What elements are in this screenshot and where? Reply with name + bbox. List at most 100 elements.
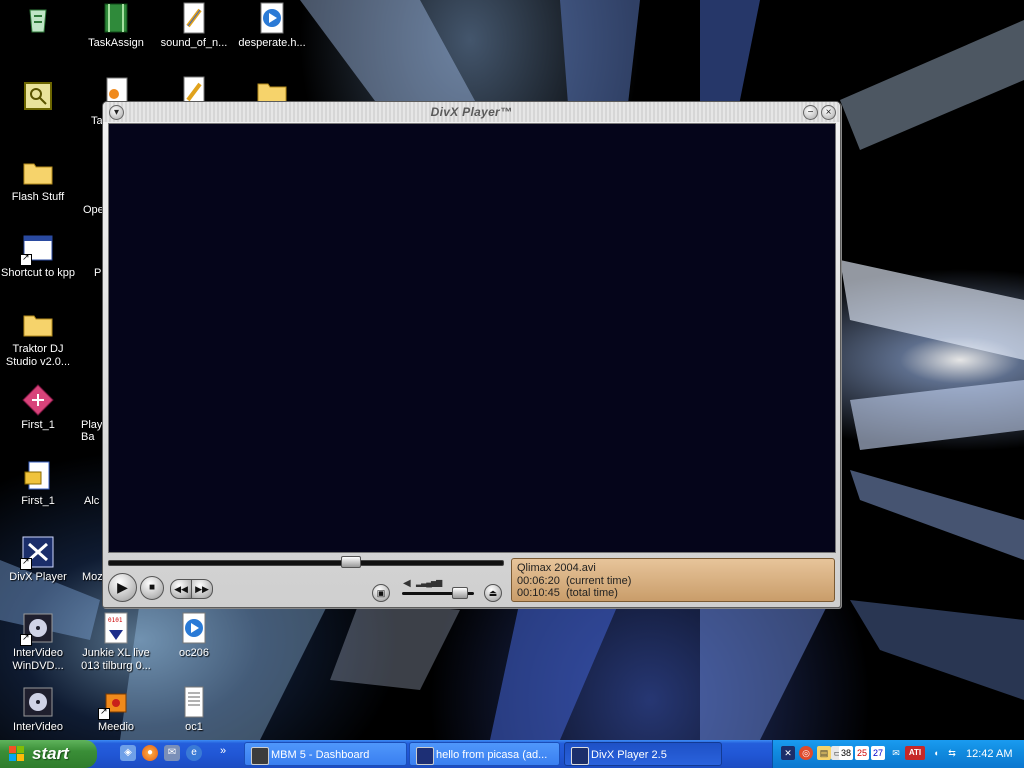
partial-label-alc: Alc: [84, 495, 100, 507]
intervideo-icon-2: [22, 686, 54, 718]
desktop-icon-label: InterVideo: [13, 721, 63, 733]
desktop-icon-flash-stuff[interactable]: Flash Stuff: [0, 156, 76, 204]
fast-forward-icon: ▶▶: [195, 584, 209, 594]
desktop-icon-label: Traktor DJ Studio v2.0...: [5, 343, 71, 368]
start-button[interactable]: start: [0, 740, 97, 768]
desktop-icon-label: Junkie XL live 013 tilburg 0...: [81, 647, 151, 672]
tray-speaker-icon[interactable]: ◖: [929, 746, 943, 760]
clock[interactable]: 12:42 AM: [966, 740, 1012, 768]
desktop-icon-meedio[interactable]: Meedio: [78, 686, 154, 734]
volume-level-icon: ▂▃▄▅▆: [416, 578, 442, 587]
tray-network-icon[interactable]: ⇆: [945, 746, 959, 760]
meedio-icon: [98, 686, 132, 720]
oc1-icon: [178, 686, 210, 718]
current-time-label: (current time): [565, 574, 632, 587]
volume-handle[interactable]: [451, 587, 468, 599]
fast-forward-button[interactable]: ▶▶: [191, 579, 213, 599]
open-file-button[interactable]: ⏏: [484, 584, 502, 602]
desktop-icon-first-1-diamond[interactable]: First_1: [0, 384, 76, 432]
first-1-file-icon: [22, 460, 54, 492]
junkie-xl-icon: 0101: [100, 612, 132, 644]
tray-temp-2[interactable]: 25: [855, 746, 869, 760]
taskbar: start ◈ ● ✉ e » MBM 5 - Dashboard hello …: [0, 740, 1024, 768]
desktop-icon-label: First_1: [21, 419, 55, 431]
task-label: hello from picasa (ad...: [436, 749, 548, 761]
tray-ati-icon[interactable]: ATI: [905, 746, 925, 760]
desktop-icon-label: sound_of_n...: [160, 37, 228, 49]
desktop-icon-intervideo-windvd[interactable]: InterVideo WinDVD...: [0, 612, 76, 673]
desktop-icon-label: oc206: [179, 647, 209, 659]
desktop-icon-kpp-shortcut[interactable]: Shortcut to kpp: [0, 232, 76, 280]
task-picasa[interactable]: hello from picasa (ad...: [409, 742, 560, 766]
desktop-icon-label: oc1: [185, 721, 203, 733]
first-1-diamond-icon: [22, 384, 54, 416]
quicklaunch-network-icon[interactable]: ◈: [120, 745, 136, 761]
desktop-icon-desperate[interactable]: desperate.h...: [234, 2, 310, 50]
desktop-icon-recycle-bin[interactable]: [0, 2, 76, 37]
task-divx-player[interactable]: DivX Player 2.5: [564, 742, 722, 766]
player-title-bar[interactable]: ▾ DivX Player™ − ×: [103, 102, 840, 122]
video-display[interactable]: [108, 123, 836, 553]
close-icon: ×: [825, 107, 832, 118]
oc206-icon: [178, 612, 210, 644]
quicklaunch-ie-icon[interactable]: e: [186, 745, 202, 761]
seek-handle[interactable]: [341, 556, 362, 568]
task-mbm-dashboard[interactable]: MBM 5 - Dashboard: [244, 742, 407, 766]
svg-text:0101: 0101: [108, 617, 123, 624]
partial-label-play: Play Ba: [81, 419, 103, 443]
media-info-panel: Qlimax 2004.avi 00:06:20 (current time) …: [511, 558, 835, 602]
windows-logo-icon: [9, 746, 24, 761]
desktop-icon-intervideo-2[interactable]: InterVideo: [0, 686, 76, 734]
desktop-icon-junkie-xl[interactable]: 0101 Junkie XL live 013 tilburg 0...: [78, 612, 154, 673]
divx-player-desktop-icon: [20, 536, 54, 570]
desktop-icon-divx-player[interactable]: DivX Player: [0, 536, 76, 584]
seek-bar[interactable]: [108, 560, 504, 566]
stop-button[interactable]: ■: [140, 576, 164, 600]
current-time-row: 00:06:20 (current time): [517, 575, 834, 588]
minimize-button[interactable]: −: [803, 105, 818, 120]
quicklaunch-more-chevron-icon[interactable]: »: [215, 743, 231, 759]
quicklaunch-firefox-icon[interactable]: ●: [142, 745, 158, 761]
shortcut-arrow-icon: [20, 632, 32, 646]
task-assign-icon: [100, 2, 132, 34]
fullscreen-icon: ▣: [376, 588, 386, 598]
desktop-icon-label: DivX Player: [9, 571, 67, 583]
total-time-label: (total time): [565, 587, 618, 599]
tray-temp-3[interactable]: 27: [871, 746, 885, 760]
fullscreen-button[interactable]: ▣: [372, 584, 390, 602]
desktop-icon-sound-of[interactable]: sound_of_n...: [156, 2, 232, 50]
tray-picasa-icon[interactable]: ◎: [799, 746, 813, 760]
desktop-icon-label: Flash Stuff: [11, 191, 65, 203]
intervideo-windvd-icon: [20, 612, 54, 646]
partial-label-ope: Ope: [83, 204, 104, 216]
desktop-icon-oc206[interactable]: oc206: [156, 612, 232, 660]
divx-player-window[interactable]: ▾ DivX Player™ − × ▶ ■ ◀◀ ▶▶ ▣ ◀ ▂▃▄▅▆ ⏏…: [102, 101, 841, 608]
desktop-icon-label: Meedio: [97, 721, 135, 733]
kpp-shortcut-icon: [20, 232, 54, 266]
rewind-button[interactable]: ◀◀: [170, 579, 192, 599]
desktop-icon-certificate[interactable]: [0, 80, 76, 115]
tray-temp-1[interactable]: 38: [839, 746, 853, 760]
shortcut-arrow-icon: [98, 706, 110, 720]
traktor-folder-icon: [22, 308, 54, 340]
desktop-icon-label: TaskAssign: [88, 37, 144, 49]
tray-mail-icon[interactable]: ✉: [889, 746, 903, 760]
divx-icon: [571, 747, 589, 765]
close-button[interactable]: ×: [821, 105, 836, 120]
tray-divx-icon[interactable]: ✕: [781, 746, 795, 760]
flash-stuff-folder-icon: [22, 156, 54, 188]
desktop-icon-traktor[interactable]: Traktor DJ Studio v2.0...: [0, 308, 76, 369]
desktop-icon-oc1[interactable]: oc1: [156, 686, 232, 734]
desktop-icon-label: First_1: [21, 495, 55, 507]
shortcut-arrow-icon: [20, 556, 32, 570]
tray-folder-icon[interactable]: ▤: [817, 746, 831, 760]
desktop-icon-task-assign[interactable]: TaskAssign: [78, 2, 154, 50]
quicklaunch-app-icon[interactable]: ✉: [164, 745, 180, 761]
play-button[interactable]: ▶: [108, 573, 137, 602]
desktop-icon-label: InterVideo WinDVD...: [12, 647, 64, 672]
sound-of-file-icon: [178, 2, 210, 34]
partial-label-moz: Moz: [82, 571, 103, 583]
desktop-icon-first-1-file[interactable]: First_1: [0, 460, 76, 508]
chip-icon: [251, 747, 269, 765]
play-icon: ▶: [117, 579, 128, 595]
